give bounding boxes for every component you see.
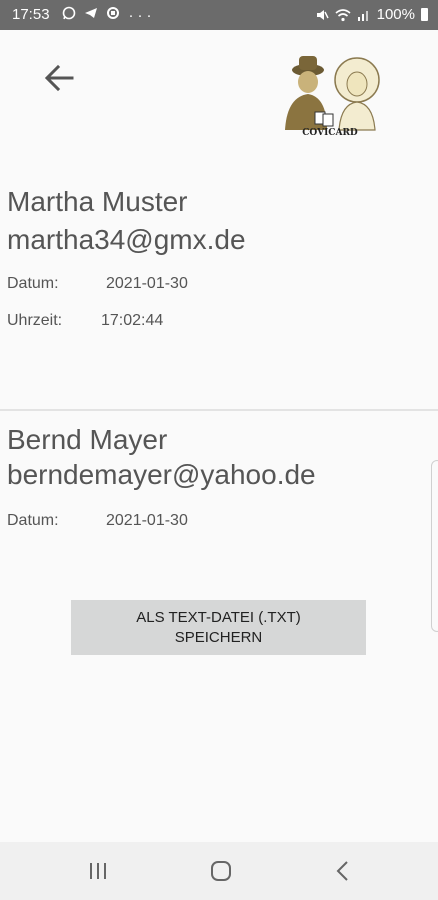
back-icon xyxy=(336,861,348,881)
nav-recents-button[interactable] xyxy=(83,856,113,886)
logo-text: COVICARD xyxy=(302,128,358,138)
date-value: 2021-01-30 xyxy=(106,275,188,292)
whatsapp-icon xyxy=(62,6,76,20)
entry-email: berndemayer@yahoo.de xyxy=(7,459,316,490)
mute-icon xyxy=(316,9,329,20)
time-label: Uhrzeit: xyxy=(7,312,63,329)
wifi-icon xyxy=(335,8,351,21)
nav-back-button[interactable] xyxy=(328,856,358,886)
scrollbar[interactable] xyxy=(431,460,438,632)
entry-email: martha34@gmx.de xyxy=(7,224,246,255)
battery-icon xyxy=(421,8,428,21)
time-value: 17:02:44 xyxy=(101,312,164,329)
more-icon: ··· xyxy=(128,7,156,24)
arrow-left-icon xyxy=(44,64,74,92)
date-label: Datum: xyxy=(7,275,59,292)
status-bar: 17:53 ··· 100% xyxy=(0,0,438,30)
home-icon xyxy=(211,861,231,881)
save-as-text-button[interactable]: ALS TEXT-DATEI (.TXT) SPEICHERN xyxy=(71,600,366,655)
status-time: 17:53 xyxy=(12,6,50,23)
battery-text: 100% xyxy=(376,6,415,23)
signal-icon xyxy=(357,10,368,21)
covicard-logo-image xyxy=(285,56,380,131)
app-logo: COVICARD xyxy=(275,52,385,144)
entry-divider xyxy=(0,409,438,411)
notification-icons: ··· xyxy=(62,6,156,24)
entry-name: Martha Muster xyxy=(7,186,188,217)
status-right: 100% xyxy=(315,6,428,23)
telegram-icon xyxy=(85,8,98,18)
recents-icon xyxy=(90,863,106,879)
nav-home-button[interactable] xyxy=(206,856,236,886)
date-label: Datum: xyxy=(7,512,59,529)
date-value: 2021-01-30 xyxy=(106,512,188,529)
entry-name: Bernd Mayer xyxy=(7,424,168,455)
navigation-bar xyxy=(0,842,438,900)
back-button[interactable] xyxy=(40,58,80,98)
sync-icon xyxy=(107,7,120,19)
